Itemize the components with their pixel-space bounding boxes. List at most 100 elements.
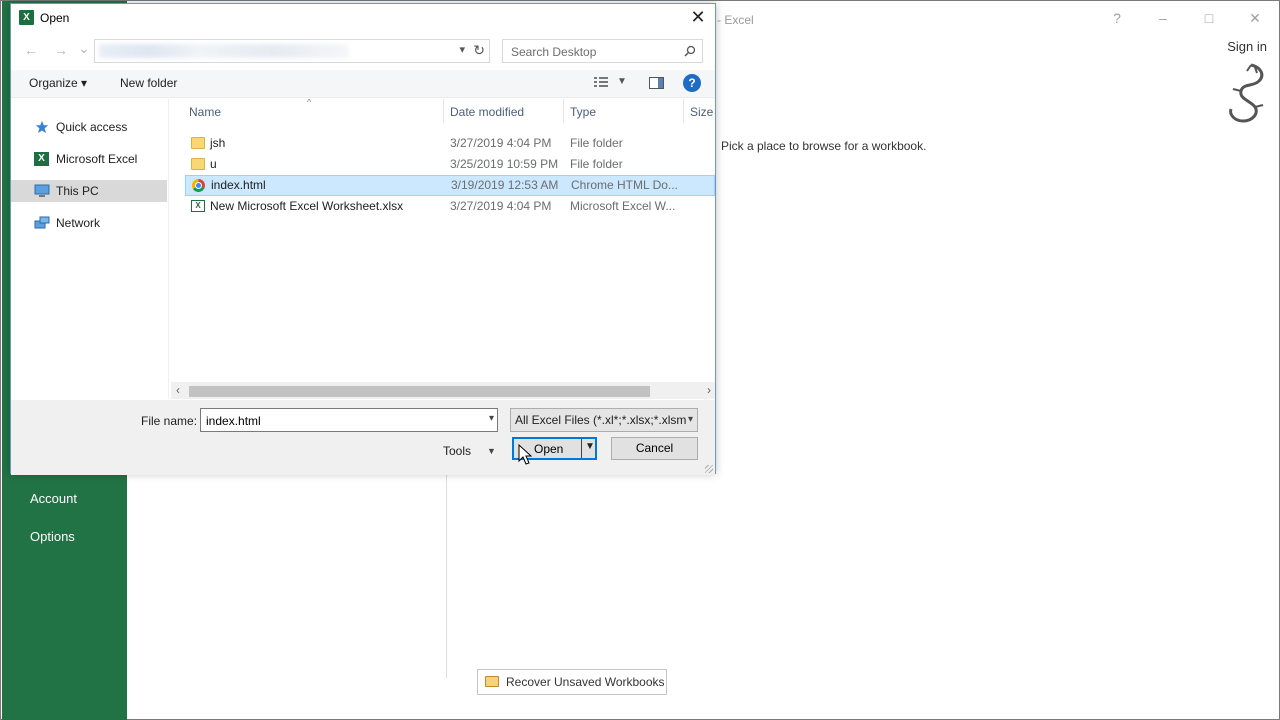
search-icon: [684, 45, 696, 57]
column-header-size[interactable]: Size: [690, 105, 713, 119]
account-link[interactable]: Account: [30, 491, 77, 506]
folder-icon: [191, 137, 205, 149]
maximize-icon[interactable]: □: [1199, 10, 1219, 26]
sign-in-link[interactable]: Sign in: [1227, 39, 1267, 54]
file-type-value: All Excel Files (*.xl*;*.xlsx;*.xlsm;: [515, 413, 690, 427]
excel-icon: X: [34, 152, 49, 166]
dialog-close-icon[interactable]: ✕: [687, 6, 709, 28]
dialog-titlebar[interactable]: X Open ✕: [11, 4, 715, 33]
nav-item-label: Quick access: [56, 120, 128, 134]
search-box[interactable]: [502, 39, 703, 63]
search-input[interactable]: [509, 44, 679, 59]
address-bar[interactable]: ▾ ↻: [94, 39, 490, 63]
computer-icon: [34, 184, 50, 197]
nav-item-this-pc[interactable]: This PC: [11, 180, 167, 202]
scroll-right-icon[interactable]: ›: [707, 383, 711, 397]
minimize-icon[interactable]: –: [1153, 10, 1173, 26]
column-header-date[interactable]: Date modified: [450, 105, 524, 119]
open-button-label: Open: [534, 442, 564, 456]
recover-unsaved-label: Recover Unsaved Workbooks: [506, 675, 665, 689]
file-type: Chrome HTML Do...: [571, 178, 678, 192]
file-name-label: File name:: [141, 414, 198, 428]
list-header: ^ Name Date modified Type Size: [171, 99, 715, 123]
file-date: 3/27/2019 4:04 PM: [450, 136, 552, 150]
chevron-down-icon[interactable]: ▼: [617, 76, 627, 87]
file-row[interactable]: X New Microsoft Excel Worksheet.xlsx 3/2…: [185, 196, 715, 217]
new-folder-button[interactable]: New folder: [120, 76, 177, 90]
dialog-toolbar: Organize ▾ New folder ▼ ?: [11, 70, 715, 98]
nav-item-microsoft-excel[interactable]: X Microsoft Excel: [11, 148, 167, 170]
mouse-cursor-icon: [518, 444, 532, 465]
chevron-down-icon: ▾: [685, 409, 693, 431]
options-link[interactable]: Options: [30, 529, 75, 544]
column-header-type[interactable]: Type: [570, 105, 596, 119]
file-date: 3/27/2019 4:04 PM: [450, 199, 552, 213]
file-type: File folder: [570, 136, 623, 150]
refresh-icon[interactable]: ↻: [473, 42, 485, 59]
address-breadcrumb: [99, 44, 349, 58]
excel-app-icon: X: [19, 10, 34, 25]
folder-icon: [485, 676, 499, 687]
scroll-left-icon[interactable]: ‹: [176, 383, 180, 397]
resize-grip[interactable]: [705, 465, 713, 473]
nav-item-label: This PC: [56, 184, 99, 198]
nav-item-label: Network: [56, 216, 101, 230]
nav-item-label: Microsoft Excel: [56, 152, 138, 166]
dialog-title: Open: [40, 11, 70, 25]
file-name: New Microsoft Excel Worksheet.xlsx: [210, 199, 404, 213]
forward-arrow-icon[interactable]: →: [54, 42, 68, 58]
excel-file-icon: X: [191, 200, 205, 212]
column-divider: [446, 473, 447, 678]
folder-icon: [191, 158, 205, 170]
file-row[interactable]: u 3/25/2019 10:59 PM File folder: [185, 154, 715, 175]
help-icon[interactable]: ?: [683, 74, 701, 92]
chevron-down-icon[interactable]: ▼: [487, 446, 496, 456]
organize-button[interactable]: Organize ▾: [29, 76, 87, 90]
close-icon[interactable]: ✕: [1245, 10, 1265, 27]
pick-place-text: Pick a place to browse for a workbook.: [721, 139, 927, 153]
chevron-down-icon[interactable]: ▾: [489, 413, 494, 424]
recover-unsaved-button[interactable]: Recover Unsaved Workbooks: [477, 669, 667, 695]
column-header-name[interactable]: Name: [189, 105, 221, 119]
file-list: ^ Name Date modified Type Size jsh 3/27/…: [171, 99, 715, 382]
file-row[interactable]: jsh 3/27/2019 4:04 PM File folder: [185, 133, 715, 154]
nav-item-network[interactable]: Network: [11, 212, 167, 234]
file-date: 3/19/2019 12:53 AM: [451, 178, 559, 192]
dialog-footer: File name: ▾ All Excel Files (*.xl*;*.xl…: [11, 400, 715, 475]
help-icon[interactable]: ?: [1107, 10, 1127, 26]
window-title: - Excel: [717, 13, 754, 27]
horizontal-scrollbar[interactable]: ‹ ›: [171, 382, 715, 399]
open-dialog: X Open ✕ ← → ⌄ ▾ ↻ Organize ▾ New folder…: [10, 3, 716, 475]
column-separator[interactable]: [683, 99, 684, 123]
file-type: Microsoft Excel W...: [570, 199, 676, 213]
column-separator[interactable]: [443, 99, 444, 123]
star-icon: [35, 120, 49, 134]
file-type: File folder: [570, 157, 623, 171]
view-options-icon[interactable]: [593, 75, 609, 89]
file-type-select[interactable]: All Excel Files (*.xl*;*.xlsx;*.xlsm; ▾: [510, 408, 698, 432]
column-separator[interactable]: [563, 99, 564, 123]
back-arrow-icon[interactable]: ←: [24, 42, 38, 58]
dragon-avatar-icon: [1229, 63, 1264, 123]
file-name-input[interactable]: [204, 413, 474, 429]
file-row-selected[interactable]: index.html 3/19/2019 12:53 AM Chrome HTM…: [185, 175, 715, 196]
sort-ascending-icon: ^: [307, 99, 312, 107]
file-name: u: [210, 157, 217, 171]
navigation-bar: ← → ⌄ ▾ ↻: [11, 37, 715, 65]
cancel-button[interactable]: Cancel: [611, 437, 698, 460]
nav-item-quick-access[interactable]: Quick access: [11, 116, 167, 138]
navigation-pane: Quick access X Microsoft Excel This PC N…: [11, 99, 169, 399]
chevron-down-icon[interactable]: ▼: [585, 441, 595, 452]
network-icon: [34, 216, 50, 229]
file-name: index.html: [211, 178, 266, 192]
file-name-combobox[interactable]: ▾: [200, 408, 498, 432]
preview-pane-icon[interactable]: [649, 77, 664, 89]
file-date: 3/25/2019 10:59 PM: [450, 157, 559, 171]
scrollbar-thumb[interactable]: [189, 386, 650, 397]
chevron-down-icon[interactable]: ▾: [459, 43, 465, 56]
tools-button[interactable]: Tools: [443, 444, 471, 458]
button-divider: [581, 439, 582, 458]
recent-locations-icon[interactable]: ⌄: [78, 40, 90, 57]
chrome-icon: [192, 179, 205, 192]
file-name: jsh: [210, 136, 226, 150]
